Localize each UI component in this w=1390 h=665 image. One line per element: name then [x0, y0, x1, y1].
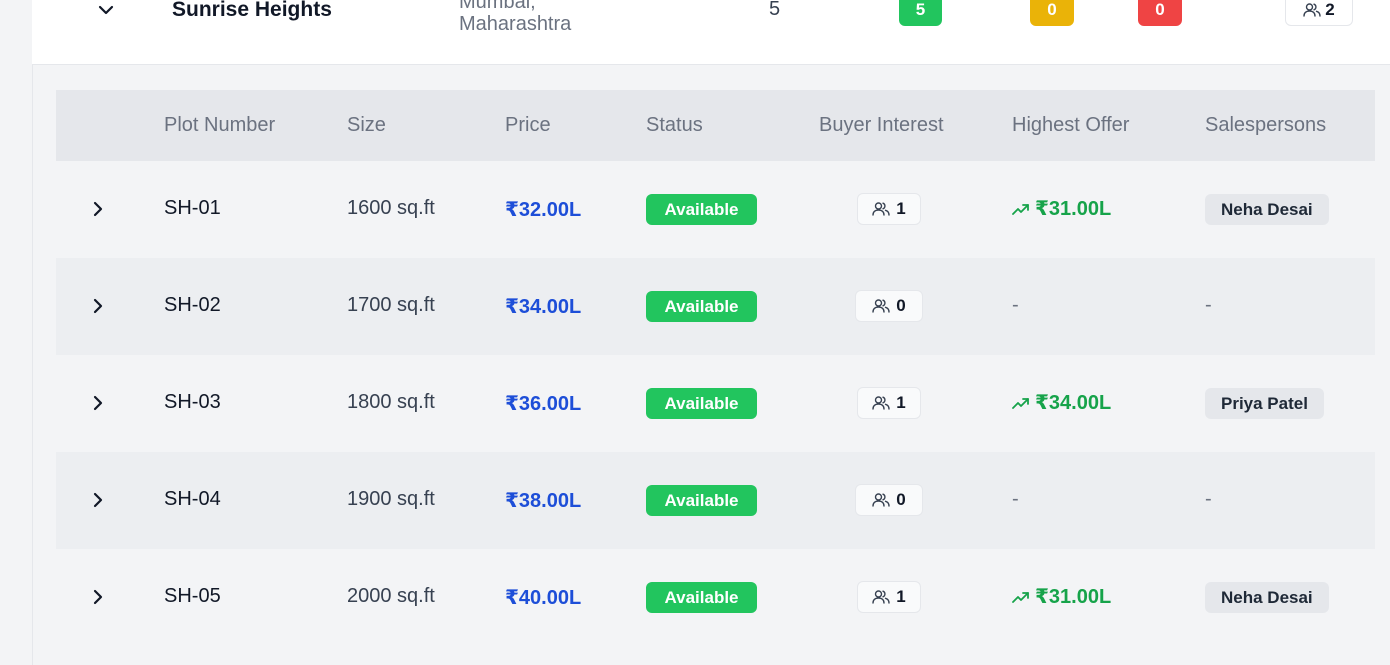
table-row[interactable]: SH-05 2000 sq.ft ₹40.00L Available 1 ₹31… [56, 549, 1375, 646]
chevron-right-icon[interactable] [92, 587, 104, 607]
table-row[interactable]: SH-01 1600 sq.ft ₹32.00L Available 1 ₹31… [56, 161, 1375, 259]
plot-size: 1800 sq.ft [347, 391, 435, 413]
project-location-state: Maharashtra [459, 13, 572, 35]
reserved-count-badge: 0 [1030, 0, 1074, 26]
chevron-right-icon[interactable] [92, 199, 104, 219]
status-badge: Available [646, 194, 757, 225]
plot-number: SH-05 [164, 585, 221, 607]
buyer-interest-count: 1 [896, 587, 906, 606]
header-size: Size [347, 114, 386, 136]
plot-size: 2000 sq.ft [347, 585, 435, 607]
plot-price: ₹34.00L [505, 296, 582, 318]
salespersons-count-pill[interactable]: 2 [1285, 0, 1353, 26]
trending-up-icon [1012, 591, 1029, 603]
plot-number: SH-01 [164, 197, 221, 219]
project-row[interactable]: Sunrise Heights Mumbai, Maharashtra 5 5 … [32, 0, 1390, 65]
buyer-interest-count: 1 [896, 199, 906, 218]
salesperson-tag: Neha Desai [1205, 194, 1329, 225]
table-row[interactable]: SH-04 1900 sq.ft ₹38.00L Available 0 - - [56, 452, 1375, 550]
users-icon [872, 202, 890, 216]
plot-size: 1700 sq.ft [347, 294, 435, 316]
highest-offer: ₹31.00L [1012, 584, 1111, 609]
trending-up-icon [1012, 203, 1029, 215]
plot-size: 1600 sq.ft [347, 197, 435, 219]
plot-price: ₹32.00L [505, 199, 582, 221]
highest-offer-empty: - [1012, 294, 1019, 316]
users-icon [1303, 3, 1321, 17]
chevron-right-icon[interactable] [92, 490, 104, 510]
users-icon [872, 396, 890, 410]
buyer-interest-pill[interactable]: 0 [855, 290, 923, 322]
status-badge: Available [646, 485, 757, 516]
highest-offer-value: ₹31.00L [1035, 198, 1112, 220]
project-name: Sunrise Heights [172, 0, 332, 21]
chevron-right-icon[interactable] [92, 296, 104, 316]
plot-price: ₹40.00L [505, 587, 582, 609]
header-buyer-interest: Buyer Interest [819, 114, 944, 136]
trending-up-icon [1012, 397, 1029, 409]
plot-price: ₹36.00L [505, 393, 582, 415]
table-row[interactable]: SH-03 1800 sq.ft ₹36.00L Available 1 ₹34… [56, 355, 1375, 453]
buyer-interest-pill[interactable]: 1 [857, 387, 921, 419]
table-header: Plot Number Size Price Status Buyer Inte… [56, 90, 1375, 161]
users-icon [872, 493, 890, 507]
highest-offer-value: ₹31.00L [1035, 586, 1112, 608]
salesperson-empty: - [1205, 488, 1212, 510]
plot-price: ₹38.00L [505, 490, 582, 512]
buyer-interest-pill[interactable]: 0 [855, 484, 923, 516]
header-highest-offer: Highest Offer [1012, 114, 1130, 136]
buyer-interest-count: 0 [896, 296, 906, 315]
buyer-interest-count: 0 [896, 490, 906, 509]
users-icon [872, 299, 890, 313]
chevron-right-icon[interactable] [92, 393, 104, 413]
total-plots: 5 [769, 0, 781, 20]
plot-number: SH-02 [164, 294, 221, 316]
available-count-badge: 5 [899, 0, 942, 26]
table-row[interactable]: SH-02 1700 sq.ft ₹34.00L Available 0 - - [56, 258, 1375, 356]
highest-offer: ₹34.00L [1012, 390, 1111, 415]
highest-offer-value: ₹34.00L [1035, 392, 1112, 414]
buyer-interest-count: 1 [896, 393, 906, 412]
salespersons-count: 2 [1325, 0, 1335, 19]
plot-number: SH-03 [164, 391, 221, 413]
highest-offer-empty: - [1012, 488, 1019, 510]
status-badge: Available [646, 291, 757, 322]
highest-offer: ₹31.00L [1012, 196, 1111, 221]
plot-number: SH-04 [164, 488, 221, 510]
salesperson-empty: - [1205, 294, 1212, 316]
header-salespersons: Salespersons [1205, 114, 1327, 136]
plot-size: 1900 sq.ft [347, 488, 435, 510]
plots-table: Plot Number Size Price Status Buyer Inte… [56, 90, 1375, 665]
salesperson-tag: Priya Patel [1205, 388, 1324, 419]
status-badge: Available [646, 388, 757, 419]
project-location-city: Mumbai, [459, 0, 536, 13]
header-price: Price [505, 114, 551, 136]
header-status: Status [646, 114, 703, 136]
buyer-interest-pill[interactable]: 1 [857, 193, 921, 225]
chevron-down-icon[interactable] [96, 0, 116, 22]
salesperson-tag: Neha Desai [1205, 582, 1329, 613]
header-plot-number: Plot Number [164, 114, 276, 136]
sold-count-badge: 0 [1138, 0, 1182, 26]
users-icon [872, 590, 890, 604]
left-gutter [0, 0, 33, 665]
status-badge: Available [646, 582, 757, 613]
buyer-interest-pill[interactable]: 1 [857, 581, 921, 613]
